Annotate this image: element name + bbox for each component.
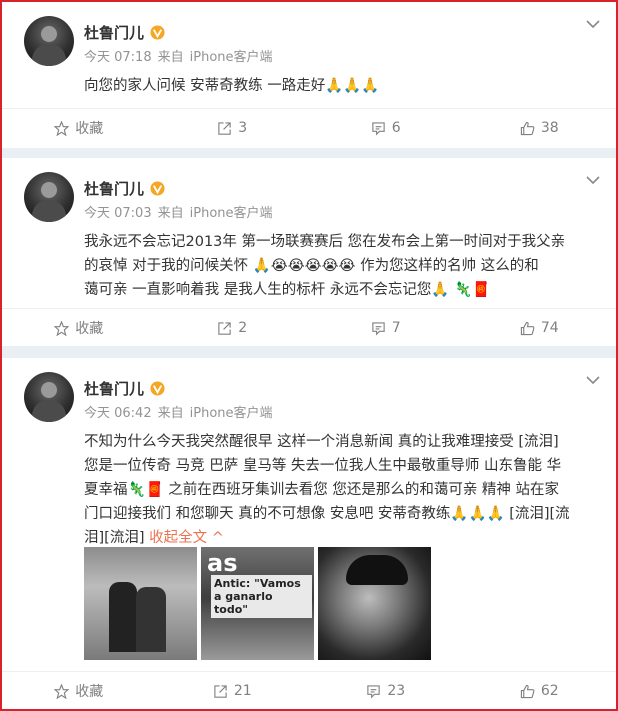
source-prefix: 来自	[157, 50, 184, 65]
feed-frame: 杜鲁门儿 今天 07:18 来自 iPhone客户端 向您的家人问候 安蒂奇教练 一…	[0, 0, 618, 711]
repost-button[interactable]: 2	[156, 309, 310, 347]
post-text: 向您的家人问候 安蒂奇教练 一路走好🙏🙏🙏	[84, 78, 380, 94]
repost-button[interactable]: 3	[156, 109, 310, 147]
verified-badge-icon	[150, 181, 165, 196]
favorite-button[interactable]: 收藏	[2, 109, 156, 147]
repost-count: 3	[238, 120, 248, 136]
text-line: 不知为什么今天我突然醒很早 这样一个消息新闻 真的让我难理接受 [流泪]	[84, 434, 559, 450]
like-button[interactable]: 74	[463, 309, 617, 347]
post-source: iPhone客户端	[189, 50, 273, 65]
repost-button[interactable]: 21	[156, 672, 310, 709]
post-text: 我永远不会忘记2013年 第一场联赛赛后 您在发布会上第一时间对于我父亲 的哀悼…	[84, 230, 599, 302]
favorite-label: 收藏	[75, 121, 104, 137]
like-count: 74	[540, 320, 559, 336]
weibo-post: 杜鲁门儿 今天 06:42 来自 iPhone客户端 不知为什么今天我突然醒很早 这…	[2, 358, 616, 709]
text-line: 我永远不会忘记2013年 第一场联赛赛后 您在发布会上第一时间对于我父亲	[84, 234, 566, 250]
newspaper-masthead: as	[207, 549, 238, 577]
comment-icon	[372, 121, 385, 135]
verified-badge-icon	[150, 25, 165, 40]
chevron-down-icon[interactable]	[586, 176, 600, 185]
source-prefix: 来自	[157, 406, 184, 421]
comment-button[interactable]: 7	[309, 309, 463, 347]
chevron-up-icon: ^	[211, 530, 224, 546]
like-count: 62	[540, 683, 559, 699]
author-name[interactable]: 杜鲁门儿	[84, 378, 144, 399]
favorite-button[interactable]: 收藏	[2, 309, 156, 347]
favorite-label: 收藏	[75, 684, 104, 700]
post-meta: 今天 06:42 来自 iPhone客户端	[84, 402, 279, 421]
favorite-button[interactable]: 收藏	[2, 672, 156, 709]
repost-icon	[218, 321, 231, 335]
weibo-post: 杜鲁门儿 今天 07:03 来自 iPhone客户端 我永远不会忘记2013年 第一…	[2, 158, 616, 346]
avatar[interactable]	[24, 372, 74, 422]
post-text: 不知为什么今天我突然醒很早 这样一个消息新闻 真的让我难理接受 [流泪] 您是一…	[84, 430, 599, 550]
photo-thumbnail[interactable]: as Antic: "Vamos a ganarlo todo"	[201, 547, 314, 660]
collapse-label: 收起全文	[149, 530, 208, 546]
comment-icon	[372, 321, 385, 335]
text-line: 夏幸福🦎🧧 之前在西班牙集训去看您 您还是那么的和蔼可亲 精神 站在家	[84, 482, 560, 498]
repost-icon	[214, 684, 227, 698]
avatar[interactable]	[24, 172, 74, 222]
repost-icon	[218, 121, 231, 135]
comment-count: 7	[391, 320, 401, 336]
comment-icon	[367, 684, 381, 698]
repost-count: 21	[233, 683, 252, 699]
author-name[interactable]: 杜鲁门儿	[84, 22, 144, 43]
photo-thumbnail[interactable]	[84, 547, 197, 660]
post-meta: 今天 07:18 来自 iPhone客户端	[84, 46, 279, 65]
post-time[interactable]: 今天 06:42	[84, 406, 152, 421]
chevron-down-icon[interactable]	[586, 20, 600, 29]
repost-count: 2	[238, 320, 248, 336]
author-name[interactable]: 杜鲁门儿	[84, 178, 144, 199]
post-source: iPhone客户端	[189, 406, 273, 421]
like-count: 38	[540, 120, 559, 136]
weibo-post: 杜鲁门儿 今天 07:18 来自 iPhone客户端 向您的家人问候 安蒂奇教练 一…	[2, 2, 616, 148]
collapse-text-link[interactable]: 收起全文 ^	[149, 530, 224, 546]
text-line: 您是一位传奇 马竞 巴萨 皇马等 失去一位我人生中最敬重导师 山东鲁能 华	[84, 458, 562, 474]
chevron-down-icon[interactable]	[586, 376, 600, 385]
source-prefix: 来自	[157, 206, 184, 221]
post-meta: 今天 07:03 来自 iPhone客户端	[84, 202, 279, 221]
text-line: 蔼可亲 一直影响着我 是我人生的标杆 永远不会忘记您🙏 🦎🧧	[84, 282, 491, 298]
post-time[interactable]: 今天 07:18	[84, 50, 152, 65]
like-button[interactable]: 62	[463, 672, 617, 709]
comment-count: 6	[391, 120, 401, 136]
comment-button[interactable]: 6	[309, 109, 463, 147]
avatar[interactable]	[24, 16, 74, 66]
action-bar: 收藏 3 6 38	[2, 108, 616, 147]
text-line: 门口迎接我们 和您聊天 真的不可想像 安息吧 安蒂奇教练🙏🙏🙏 [流泪][流	[84, 506, 570, 522]
action-bar: 收藏 2 7 74	[2, 308, 616, 347]
text-line: 的哀悼 对于我的问候关怀 🙏😭😭😭😭😭 作为您这样的名帅 这么的和	[84, 258, 539, 274]
comment-count: 23	[387, 683, 406, 699]
star-icon	[54, 683, 70, 699]
thumbs-up-icon	[520, 321, 535, 335]
like-button[interactable]: 38	[463, 109, 617, 147]
action-bar: 收藏 21 23 62	[2, 671, 617, 709]
star-icon	[54, 120, 70, 136]
post-source: iPhone客户端	[189, 206, 273, 221]
text-line-end: 泪][流泪]	[84, 530, 145, 546]
newspaper-headline: Antic: "Vamos a ganarlo todo"	[211, 575, 312, 618]
photo-thumbnail[interactable]	[318, 547, 431, 660]
comment-button[interactable]: 23	[309, 672, 463, 709]
verified-badge-icon	[150, 381, 165, 396]
post-time[interactable]: 今天 07:03	[84, 206, 152, 221]
photo-grid: as Antic: "Vamos a ganarlo todo"	[84, 547, 431, 660]
thumbs-up-icon	[520, 684, 535, 698]
thumbs-up-icon	[520, 121, 535, 135]
favorite-label: 收藏	[75, 321, 104, 337]
star-icon	[54, 320, 70, 336]
